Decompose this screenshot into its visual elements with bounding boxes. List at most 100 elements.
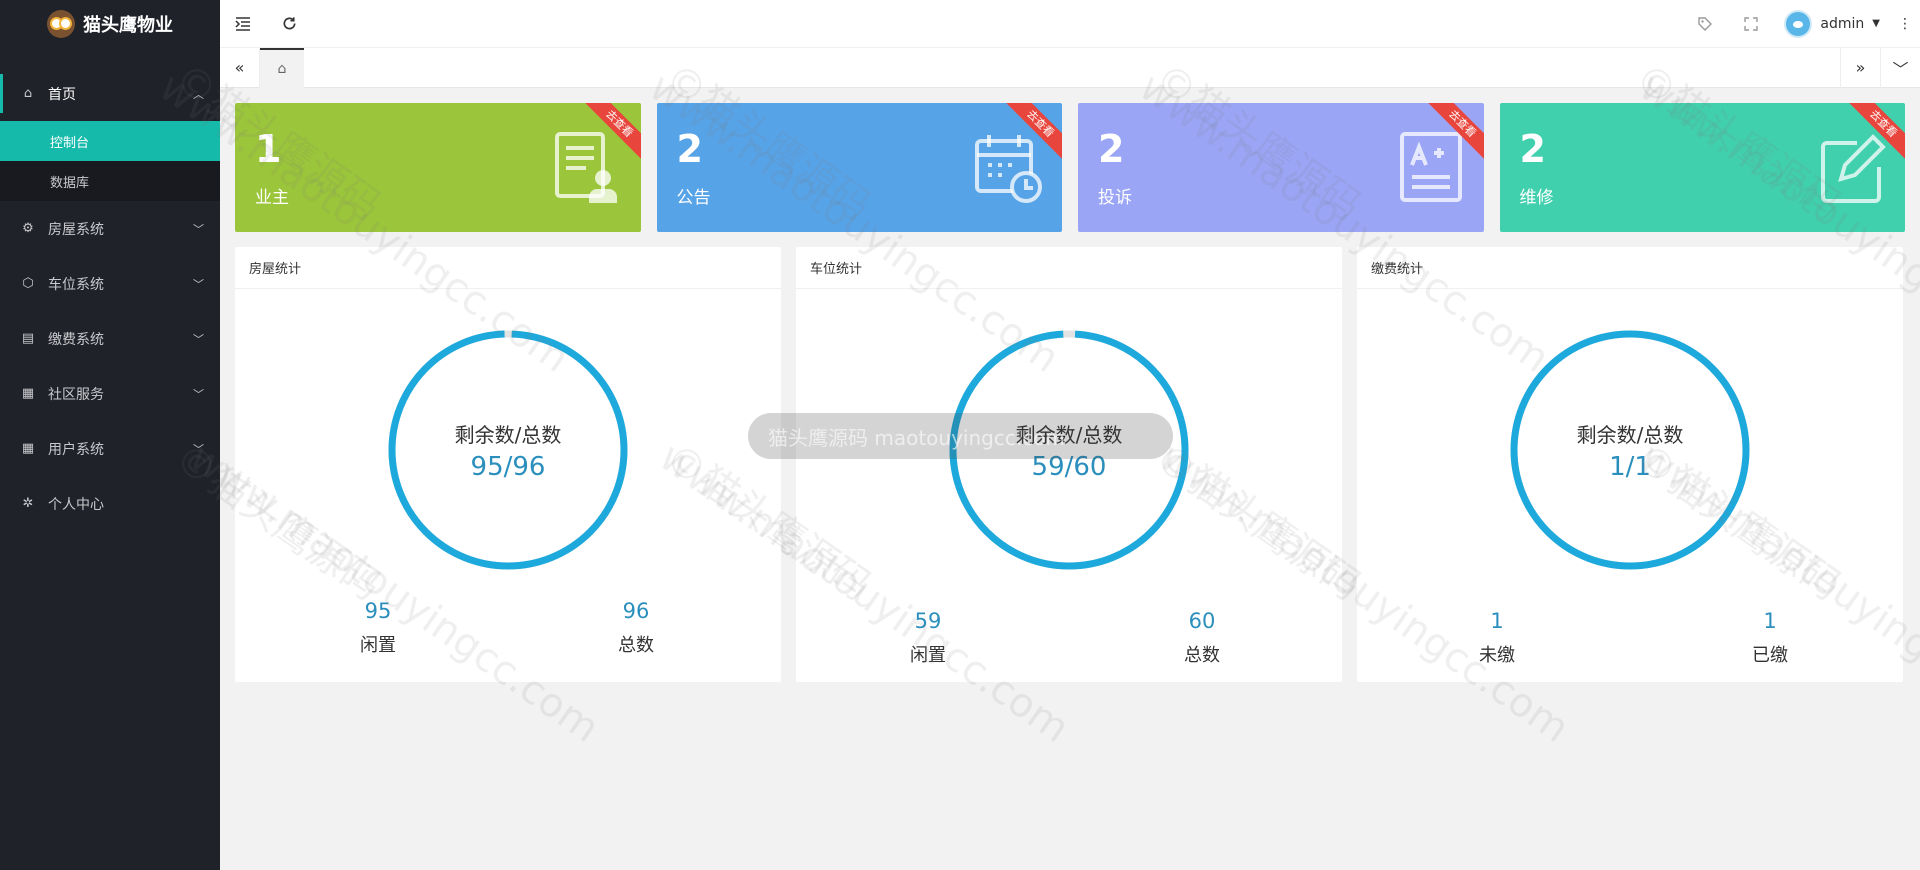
stat-value: 60 xyxy=(1188,609,1216,633)
home-icon: ⌂ xyxy=(23,86,33,101)
panel-title: 房屋统计 xyxy=(235,247,781,289)
card-label: 投诉 xyxy=(1098,188,1132,208)
sidebar-item-label: 首页 xyxy=(48,86,76,103)
double-chevron-left-icon: « xyxy=(234,58,245,77)
user-menu[interactable]: admin ▼ xyxy=(1774,9,1890,38)
sidebar-item-label: 社区服务 xyxy=(48,386,104,403)
refresh-icon xyxy=(283,17,295,30)
sidebar-item-home[interactable]: ⌂ 首页 ︿ xyxy=(0,66,220,121)
ring-value: 1/1 xyxy=(1609,451,1651,482)
card-value: 2 xyxy=(1098,127,1125,171)
ring-center: 剩余数/总数 1/1 xyxy=(1507,327,1753,573)
tab-controls-right: » ﹀ xyxy=(1840,47,1920,88)
more-vertical-icon: ⋮ xyxy=(1898,15,1912,32)
ring-label: 剩余数/总数 xyxy=(1576,422,1684,447)
ring-label: 剩余数/总数 xyxy=(454,422,562,447)
home-icon: ⌂ xyxy=(277,60,287,77)
stat-label: 闲置 xyxy=(360,635,396,656)
chevron-up-icon: ︿ xyxy=(193,87,204,101)
chevron-down-icon: ﹀ xyxy=(193,442,204,456)
ring-value: 59/60 xyxy=(1031,451,1107,482)
gear-icon: ⚙ xyxy=(22,221,34,236)
list-icon: ▤ xyxy=(21,331,35,346)
settings-icon: ✲ xyxy=(22,496,34,511)
theme-button[interactable] xyxy=(1682,0,1728,48)
grade-document-icon xyxy=(1399,132,1462,202)
chevron-down-icon: ﹀ xyxy=(1892,59,1909,79)
ring-center: 剩余数/总数 95/96 xyxy=(385,327,631,573)
stat-idle: 59 闲置 xyxy=(868,609,988,667)
sidebar-item-label: 个人中心 xyxy=(48,496,104,513)
user-name: admin xyxy=(1820,15,1865,32)
main-content: 1 业主 去查看 2 公告 去查看 2 投诉 去查看 2 维修 去查看 房屋统计… xyxy=(235,103,1905,682)
panel-parking-stats: 车位统计 剩余数/总数 59/60 59 闲置 60 总数 xyxy=(796,247,1342,682)
caret-down-icon: ▼ xyxy=(1872,18,1880,29)
card-value: 2 xyxy=(1519,127,1546,171)
card-complaints[interactable]: 2 投诉 去查看 xyxy=(1078,103,1484,232)
fullscreen-button[interactable] xyxy=(1728,0,1774,48)
panel-house-stats: 房屋统计 剩余数/总数 95/96 95 闲置 96 总数 xyxy=(235,247,781,682)
stat-total: 60 总数 xyxy=(1142,609,1262,667)
sidebar-item-profile[interactable]: ✲ 个人中心 xyxy=(0,476,220,531)
sidebar-item-community[interactable]: ▦ 社区服务 ﹀ xyxy=(0,366,220,421)
tab-home[interactable]: ⌂ xyxy=(260,47,304,88)
card-label: 维修 xyxy=(1519,188,1554,208)
stat-value: 1 xyxy=(1490,609,1504,633)
summary-cards: 1 业主 去查看 2 公告 去查看 2 投诉 去查看 2 维修 去查看 xyxy=(235,103,1905,232)
chevron-down-icon: ﹀ xyxy=(193,387,204,401)
stat-value: 95 xyxy=(364,599,392,623)
calendar-clock-icon xyxy=(975,135,1042,203)
stat-unpaid: 1 未缴 xyxy=(1437,609,1557,667)
stat-label: 总数 xyxy=(618,635,654,656)
document-user-icon xyxy=(554,132,617,203)
owl-logo-icon xyxy=(47,10,75,38)
stat-label: 总数 xyxy=(1184,645,1220,666)
ring-value: 95/96 xyxy=(470,451,546,482)
stat-label: 已缴 xyxy=(1752,645,1788,666)
cube-icon: ⬡ xyxy=(22,276,34,291)
tab-scroll-right-button[interactable]: » xyxy=(1840,47,1880,88)
panel-title: 缴费统计 xyxy=(1357,247,1903,289)
sidebar-subitem-database[interactable]: 数据库 xyxy=(0,161,220,201)
ring-center: 剩余数/总数 59/60 xyxy=(946,327,1192,573)
ring-label: 剩余数/总数 xyxy=(1015,422,1123,447)
tab-bar: « ⌂ » ﹀ xyxy=(220,47,1920,88)
stat-total: 96 总数 xyxy=(576,599,696,657)
sidebar-menu: ⌂ 首页 ︿ 控制台 数据库 ⚙ 房屋系统 ﹀ ⬡ 车位系统 ﹀ ▤ 缴费系统 … xyxy=(0,66,220,531)
panel-title: 车位统计 xyxy=(796,247,1342,289)
refresh-button[interactable] xyxy=(266,0,312,48)
panel-payment-stats: 缴费统计 剩余数/总数 1/1 1 未缴 1 已缴 xyxy=(1357,247,1903,682)
toggle-sidebar-button[interactable] xyxy=(220,0,266,48)
stat-value: 1 xyxy=(1763,609,1777,633)
sidebar-item-house[interactable]: ⚙ 房屋系统 ﹀ xyxy=(0,201,220,256)
card-notices[interactable]: 2 公告 去查看 xyxy=(656,103,1062,232)
edit-icon xyxy=(1821,134,1886,203)
stat-panels: 房屋统计 剩余数/总数 95/96 95 闲置 96 总数 车位统计 剩余数/总… xyxy=(235,247,1905,682)
stat-idle: 95 闲置 xyxy=(318,599,438,657)
sidebar-item-label: 缴费系统 xyxy=(48,331,104,348)
tab-scroll-left-button[interactable]: « xyxy=(220,47,260,88)
stat-value: 59 xyxy=(914,609,942,633)
card-label: 业主 xyxy=(255,188,289,208)
brand-title: 猫头鹰物业 xyxy=(83,15,173,36)
stat-value: 96 xyxy=(622,599,650,623)
tag-icon xyxy=(1698,16,1713,31)
sidebar-subitem-console[interactable]: 控制台 xyxy=(0,121,220,161)
brand-logo[interactable]: 猫头鹰物业 xyxy=(0,0,220,48)
sidebar-item-payment[interactable]: ▤ 缴费系统 ﹀ xyxy=(0,311,220,366)
sidebar-item-parking[interactable]: ⬡ 车位系统 ﹀ xyxy=(0,256,220,311)
chevron-down-icon: ﹀ xyxy=(193,332,204,346)
apps-icon: ▦ xyxy=(21,386,35,401)
sidebar-item-users[interactable]: ▦ 用户系统 ﹀ xyxy=(0,421,220,476)
tab-options-button[interactable]: ﹀ xyxy=(1880,47,1920,88)
menu-fold-icon xyxy=(235,16,250,31)
stat-label: 未缴 xyxy=(1479,645,1515,666)
more-button[interactable]: ⋮ xyxy=(1890,0,1920,48)
avatar xyxy=(1784,9,1813,38)
sidebar-item-label: 用户系统 xyxy=(48,441,104,458)
chevron-down-icon: ﹀ xyxy=(193,222,204,236)
card-repairs[interactable]: 2 维修 去查看 xyxy=(1499,103,1905,232)
card-owners[interactable]: 1 业主 去查看 xyxy=(235,103,641,232)
apps-icon: ▦ xyxy=(21,441,35,456)
double-chevron-right-icon: » xyxy=(1855,58,1866,77)
